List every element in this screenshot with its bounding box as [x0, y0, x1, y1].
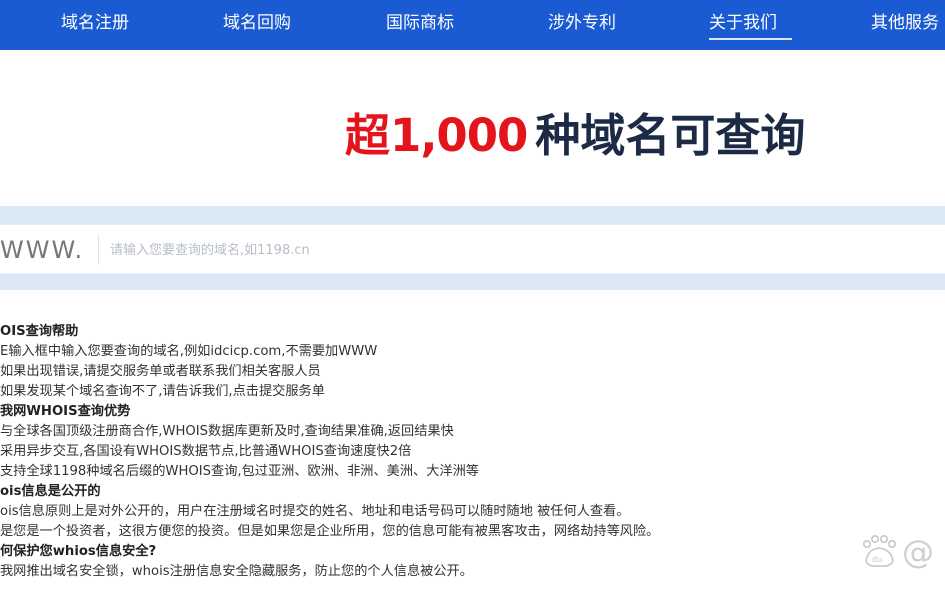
search-divider — [98, 235, 99, 265]
help-heading: OIS查询帮助 — [0, 324, 79, 339]
help-line: 是您是一个投资者，这很方便您的投资。但是如果您是企业所用，您的信息可能有被黑客攻… — [0, 524, 660, 539]
nav-item-domain-buyback[interactable]: 域名回购 — [223, 0, 291, 50]
help-line: 与全球各国顶级注册商合作,WHOIS数据库更新及时,查询结果准确,返回结果快 — [0, 424, 454, 439]
help-line: 支持全球1198种域名后缀的WHOIS查询,包过亚洲、欧洲、非洲、美洲、大洋洲等 — [0, 464, 479, 479]
watermark-at: @ — [902, 533, 934, 570]
help-heading: ois信息是公开的 — [0, 484, 101, 499]
www-prefix-label: WWW. — [0, 236, 85, 264]
help-line: ois信息原则上是对外公开的，用户在注册域名时提交的姓名、地址和电话号码可以随时… — [0, 504, 630, 519]
nav-item-intl-trademark[interactable]: 国际商标 — [386, 0, 454, 50]
hero-number: 1,000 — [390, 109, 528, 162]
baidu-watermark-icon: du @ — [863, 533, 934, 570]
help-line: 采用异步交互,各国设有WHOIS数据节点,比普通WHOIS查询速度快2倍 — [0, 444, 412, 459]
hero-prefix: 超 — [345, 109, 391, 162]
hero-suffix: 种域名可查询 — [535, 109, 806, 162]
search-band: WWW. — [0, 206, 945, 290]
nav-active-indicator — [709, 38, 792, 40]
help-line: 我网推出域名安全锁，whois注册信息安全隐藏服务，防止您的个人信息被公开。 — [0, 564, 473, 579]
nav-item-foreign-patent[interactable]: 涉外专利 — [548, 0, 616, 50]
hero-headline: 超1,000 种域名可查询 — [345, 106, 805, 166]
help-line: 如果出现错误,请提交服务单或者联系我们相关客服人员 — [0, 364, 321, 379]
nav-item-domain-register[interactable]: 域名注册 — [61, 0, 129, 50]
nav-item-about-us[interactable]: 关于我们 — [709, 0, 777, 50]
svg-text:du: du — [872, 555, 882, 564]
nav-item-other-services[interactable]: 其他服务 — [871, 0, 939, 50]
page: 域名注册 域名回购 国际商标 涉外专利 关于我们 其他服务 超1,000 种域名可… — [0, 0, 945, 591]
help-line: 如果发现某个域名查询不了,请告诉我们,点击提交服务单 — [0, 384, 325, 399]
whois-help-section: OIS查询帮助 E输入框中输入您要查询的域名,例如idcicp.com,不需要加W… — [0, 322, 830, 582]
help-line: E输入框中输入您要查询的域名,例如idcicp.com,不需要加WWW — [0, 344, 378, 359]
domain-search-input[interactable] — [110, 233, 710, 267]
top-navigation: 域名注册 域名回购 国际商标 涉外专利 关于我们 其他服务 — [0, 0, 945, 50]
help-heading: 我网WHOIS查询优势 — [0, 404, 131, 419]
search-box: WWW. — [0, 224, 945, 274]
help-heading: 何保护您whios信息安全? — [0, 544, 157, 559]
